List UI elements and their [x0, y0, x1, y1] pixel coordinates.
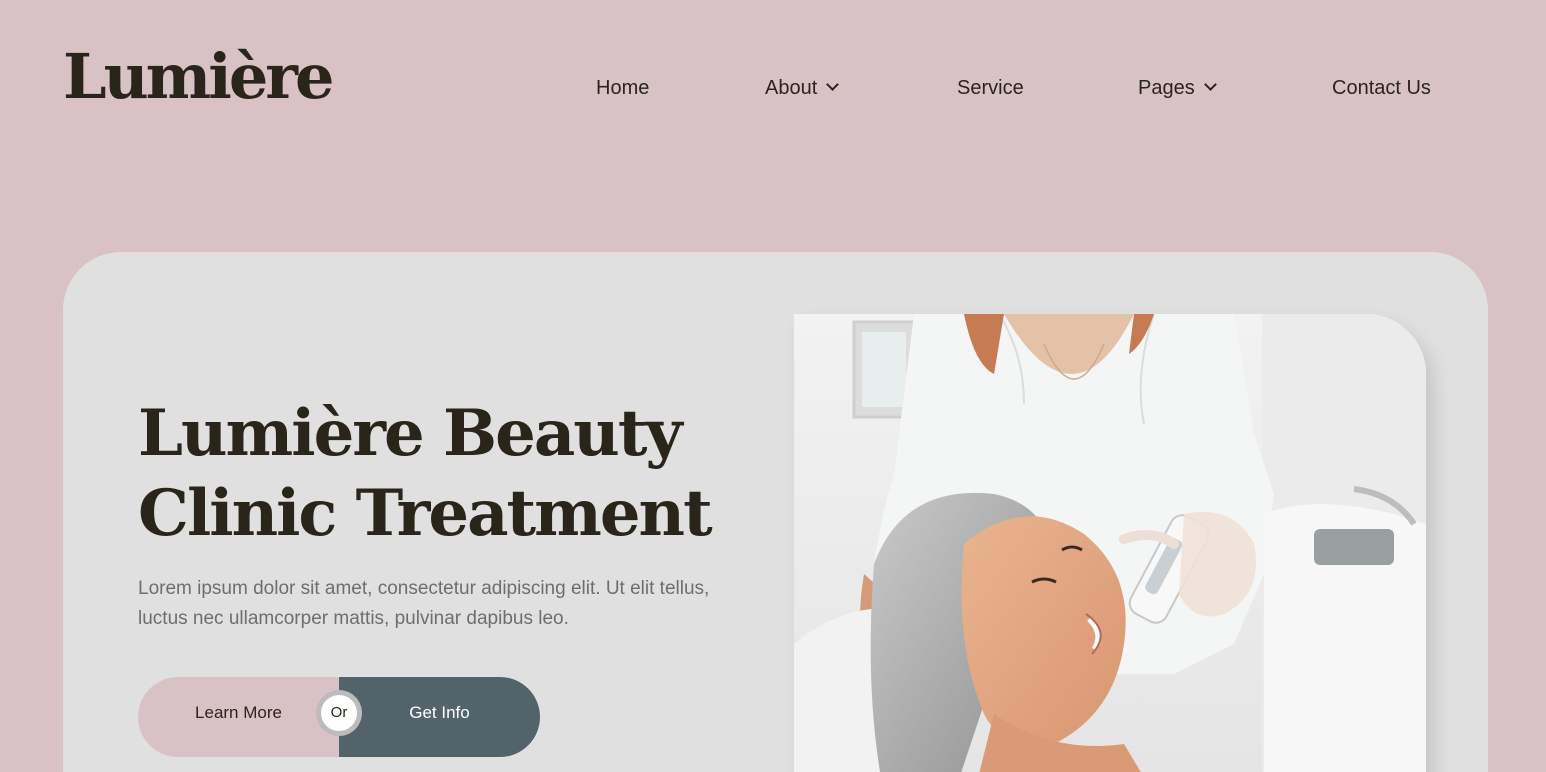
nav-item-label: Home [596, 77, 650, 99]
nav-item-service[interactable]: Service [957, 74, 1024, 102]
facial-treatment-illustration [794, 314, 1426, 772]
nav-item-label: About [765, 77, 818, 99]
cta-button-group: Learn More Or Get Info [138, 677, 540, 757]
hero-description: Lorem ipsum dolor sit amet, consectetur … [138, 574, 778, 634]
chevron-down-icon [826, 78, 840, 91]
nav-item-contact-us[interactable]: Contact Us [1332, 74, 1431, 102]
hero-title-line: Clinic Treatment [138, 476, 713, 551]
get-info-button[interactable]: Get Info [339, 677, 540, 757]
nav-item-label: Contact Us [1332, 77, 1431, 99]
nav-item-home[interactable]: Home [596, 74, 649, 102]
chevron-down-icon [1203, 78, 1217, 91]
hero-image [794, 314, 1426, 772]
main-nav: Home About Service Pages Contact Us [0, 74, 1546, 102]
nav-item-about[interactable]: About [765, 74, 840, 102]
hero-title: Lumière Beauty Clinic Treatment [138, 394, 778, 554]
hero-description-line: luctus nec ullamcorper mattis, pulvinar … [138, 608, 569, 629]
nav-item-pages[interactable]: Pages [1138, 74, 1217, 102]
hero-description-line: Lorem ipsum dolor sit amet, consectetur … [138, 578, 710, 599]
hero-section: Lumière Beauty Clinic Treatment Lorem ip… [63, 252, 1488, 772]
nav-item-label: Service [957, 77, 1024, 99]
or-badge: Or [321, 695, 357, 731]
hero-title-line: Lumière Beauty [138, 396, 683, 471]
nav-item-label: Pages [1138, 77, 1195, 99]
learn-more-button[interactable]: Learn More [138, 677, 339, 757]
